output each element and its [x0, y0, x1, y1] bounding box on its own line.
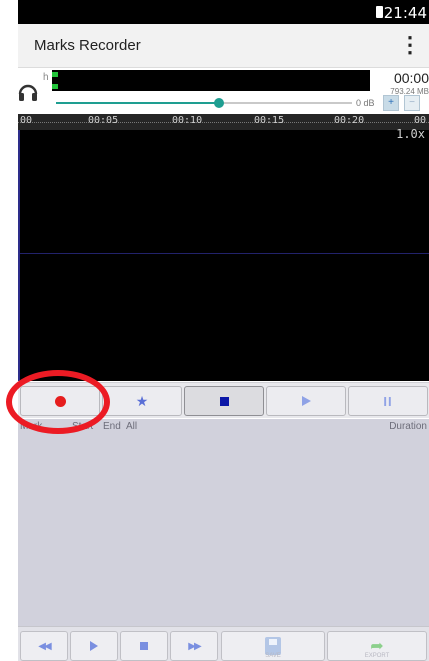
bottom-toolbar: ◀◀ ▶▶ SAVE ➦ EXPORT: [18, 626, 429, 661]
timeline-tick: 00:15: [254, 115, 285, 126]
battery-icon: [376, 6, 383, 18]
pause-button[interactable]: II: [348, 386, 428, 416]
stop-button[interactable]: [184, 386, 264, 416]
bottom-play-button[interactable]: [70, 631, 118, 661]
level-bar-left: [52, 72, 58, 77]
highlight-ring: [6, 370, 110, 434]
marks-list: Mark Start End All Duration: [18, 419, 429, 626]
star-icon: ★: [135, 392, 149, 409]
rewind-icon: ◀◀: [38, 640, 51, 652]
gain-label: 0 dB: [356, 98, 375, 108]
timeline-tick: 00:05: [88, 115, 119, 126]
gain-slider-fill: [56, 102, 219, 104]
zoom-level: 1.0x: [396, 127, 425, 141]
column-header: End: [103, 421, 121, 432]
level-bar-right: [52, 84, 58, 89]
save-button[interactable]: SAVE: [221, 631, 325, 661]
fast-forward-icon: ▶▶: [188, 640, 201, 652]
pause-icon: II: [383, 393, 393, 409]
more-vert-icon[interactable]: ⋮: [399, 34, 421, 58]
play-icon: [301, 396, 311, 406]
zoom-in-icon[interactable]: +: [383, 95, 399, 111]
monitor-panel: h 00:00 793.24 MB 0 dB + −: [18, 68, 429, 114]
rewind-button[interactable]: ◀◀: [20, 631, 68, 661]
gain-slider[interactable]: [56, 98, 352, 108]
save-label: SAVE: [265, 653, 281, 659]
waveform-view[interactable]: 1.0x: [18, 127, 429, 381]
status-bar: 21:44: [18, 0, 429, 24]
column-header: All: [126, 421, 138, 432]
bottom-stop-button[interactable]: [120, 631, 168, 661]
stop-icon: [219, 396, 229, 406]
gain-slider-thumb[interactable]: [213, 98, 224, 108]
fast-forward-button[interactable]: ▶▶: [170, 631, 218, 661]
app-bar: Marks Recorder ⋮: [18, 24, 429, 68]
stop-icon: [140, 642, 148, 650]
status-time: 21:44: [383, 4, 427, 22]
column-header: Duration: [389, 421, 427, 432]
timeline-tick: 00:20: [334, 115, 365, 126]
headphones-icon[interactable]: [18, 80, 38, 102]
play-icon: [90, 641, 98, 651]
timeline-tick: 00: [414, 115, 427, 126]
waveform-center-line: [20, 253, 429, 254]
elapsed-time: 00:00: [393, 70, 429, 86]
timeline-tick: 00: [20, 115, 33, 126]
export-label: EXPORT: [364, 653, 390, 659]
zoom-out-icon[interactable]: −: [404, 95, 420, 111]
input-label: h: [43, 72, 49, 83]
add-mark-button[interactable]: ★: [102, 386, 182, 416]
play-button[interactable]: [266, 386, 346, 416]
app-title: Marks Recorder: [34, 37, 141, 54]
level-meter: [52, 70, 370, 91]
app-screen: 21:44 Marks Recorder ⋮ h 00:00 793.24 MB…: [0, 0, 429, 661]
export-button[interactable]: ➦ EXPORT: [327, 631, 427, 661]
timeline-tick: 00:10: [172, 115, 203, 126]
timeline-ruler[interactable]: 00 00:05 00:10 00:15 00:20 00: [18, 114, 429, 130]
